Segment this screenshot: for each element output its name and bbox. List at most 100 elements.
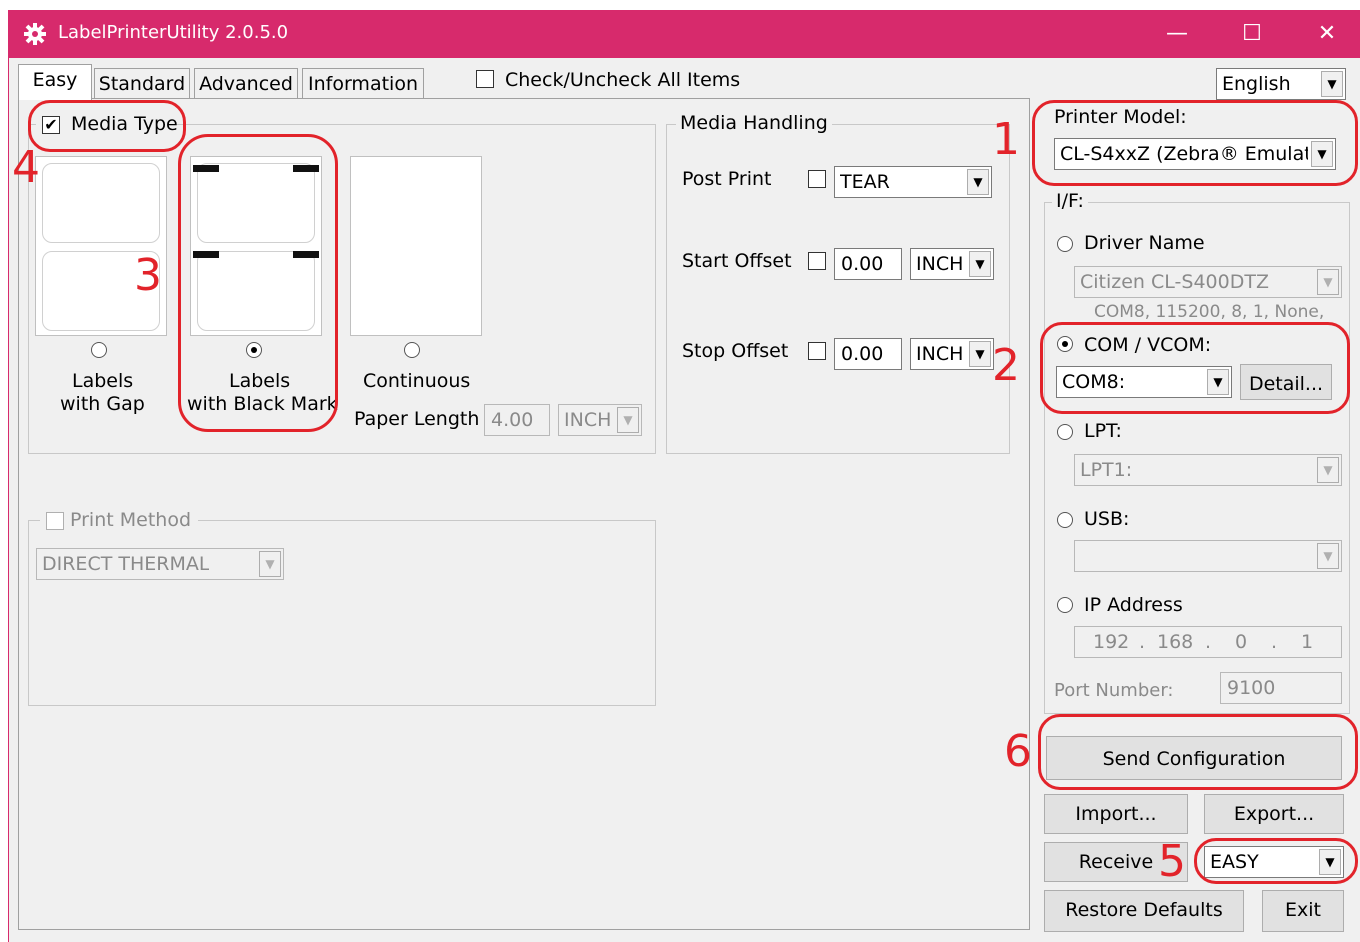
labels-with-gap-line1: Labels bbox=[72, 370, 134, 392]
lpt-value: LPT1: bbox=[1080, 461, 1133, 480]
post-print-select[interactable]: TEAR ▼ bbox=[834, 166, 992, 198]
paper-length-unit-value: INCH bbox=[564, 411, 612, 430]
post-print-checkbox[interactable] bbox=[808, 170, 826, 188]
paper-length-input[interactable]: 4.00 bbox=[484, 404, 550, 436]
chevron-down-icon: ▼ bbox=[969, 251, 991, 277]
stop-offset-checkbox[interactable] bbox=[808, 342, 826, 360]
annotation-number-5: 5 bbox=[1158, 836, 1186, 887]
ip-octet-4: 1 bbox=[1301, 631, 1314, 653]
tab-advanced[interactable]: Advanced bbox=[194, 68, 298, 98]
chevron-down-icon: ▼ bbox=[1317, 457, 1339, 483]
maximize-button[interactable]: ☐ bbox=[1221, 10, 1283, 58]
import-button[interactable]: Import... bbox=[1044, 794, 1188, 834]
port-number-value: 9100 bbox=[1227, 677, 1276, 699]
chevron-down-icon: ▼ bbox=[1317, 543, 1339, 569]
tab-easy[interactable]: Easy bbox=[18, 64, 92, 100]
tab-information[interactable]: Information bbox=[302, 68, 424, 98]
language-select[interactable]: English ▼ bbox=[1216, 68, 1346, 100]
ip-address-input[interactable]: 192 . 168 . 0 . 1 bbox=[1074, 626, 1342, 658]
annotation-outline-6 bbox=[1038, 714, 1358, 790]
exit-label: Exit bbox=[1285, 899, 1321, 921]
usb-select[interactable]: ▼ bbox=[1074, 540, 1342, 572]
driver-name-value: Citizen CL-S400DTZ bbox=[1080, 273, 1269, 292]
port-number-input[interactable]: 9100 bbox=[1220, 672, 1342, 704]
stop-offset-value: 0.00 bbox=[841, 343, 884, 365]
start-offset-input[interactable]: 0.00 bbox=[834, 248, 902, 280]
chevron-down-icon: ▼ bbox=[969, 341, 991, 367]
chevron-down-icon: ▼ bbox=[1321, 71, 1343, 97]
minimize-icon: — bbox=[1166, 21, 1188, 46]
import-label: Import... bbox=[1075, 803, 1157, 825]
export-label: Export... bbox=[1233, 803, 1315, 825]
ip-dot: . bbox=[1271, 631, 1278, 653]
minimize-button[interactable]: — bbox=[1146, 10, 1208, 58]
ip-octet-2: 168 bbox=[1157, 631, 1194, 653]
continuous-radio[interactable] bbox=[404, 342, 420, 358]
annotation-number-2: 2 bbox=[992, 340, 1020, 391]
continuous-image[interactable] bbox=[350, 156, 482, 336]
label-shape bbox=[42, 163, 160, 243]
close-icon: ✕ bbox=[1317, 21, 1337, 46]
stop-offset-label: Stop Offset bbox=[682, 340, 789, 362]
restore-defaults-label: Restore Defaults bbox=[1065, 899, 1223, 921]
lpt-select[interactable]: LPT1: ▼ bbox=[1074, 454, 1342, 486]
annotation-number-1: 1 bbox=[992, 114, 1020, 165]
interface-legend: I/F: bbox=[1052, 192, 1088, 211]
ip-address-label: IP Address bbox=[1084, 594, 1183, 616]
paper-length-label: Paper Length bbox=[354, 408, 480, 430]
start-offset-unit-select[interactable]: INCH ▼ bbox=[910, 248, 994, 280]
port-number-label: Port Number: bbox=[1054, 680, 1174, 701]
annotation-outline-5 bbox=[1194, 838, 1358, 884]
close-button[interactable]: ✕ bbox=[1296, 10, 1358, 58]
post-print-label: Post Print bbox=[682, 168, 772, 190]
annotation-number-6: 6 bbox=[1004, 726, 1032, 777]
language-value: English bbox=[1222, 75, 1291, 94]
annotation-outline-3 bbox=[178, 134, 338, 432]
ip-dot: . bbox=[1205, 631, 1212, 653]
usb-radio[interactable] bbox=[1057, 512, 1073, 528]
continuous-label: Continuous bbox=[363, 370, 471, 392]
gear-app-icon bbox=[24, 23, 46, 45]
labels-with-gap-radio[interactable] bbox=[91, 342, 107, 358]
stop-offset-unit-value: INCH bbox=[916, 345, 964, 364]
chevron-down-icon: ▼ bbox=[1317, 269, 1339, 295]
start-offset-checkbox[interactable] bbox=[808, 252, 826, 270]
ip-dot: . bbox=[1139, 631, 1146, 653]
annotation-outline-1 bbox=[1032, 100, 1358, 186]
chevron-down-icon: ▼ bbox=[617, 407, 639, 433]
annotation-outline-4 bbox=[28, 100, 186, 152]
ip-octet-1: 192 bbox=[1093, 631, 1130, 653]
annotation-number-3: 3 bbox=[134, 250, 162, 301]
start-offset-unit-value: INCH bbox=[916, 255, 964, 274]
driver-name-radio[interactable] bbox=[1057, 236, 1073, 252]
labels-with-gap-line2: with Gap bbox=[60, 393, 145, 415]
driver-name-select[interactable]: Citizen CL-S400DTZ ▼ bbox=[1074, 266, 1342, 298]
print-method-checkbox[interactable] bbox=[46, 512, 64, 530]
lpt-label: LPT: bbox=[1084, 420, 1122, 442]
print-method-value: DIRECT THERMAL bbox=[42, 555, 210, 574]
annotation-number-4: 4 bbox=[12, 142, 40, 193]
print-method-select[interactable]: DIRECT THERMAL ▼ bbox=[36, 548, 284, 580]
annotation-outline-2 bbox=[1040, 322, 1350, 414]
export-button[interactable]: Export... bbox=[1204, 794, 1344, 834]
start-offset-label: Start Offset bbox=[682, 250, 792, 272]
chevron-down-icon: ▼ bbox=[259, 551, 281, 577]
check-all-label: Check/Uncheck All Items bbox=[505, 69, 741, 91]
paper-length-value: 4.00 bbox=[491, 409, 534, 431]
ip-address-radio[interactable] bbox=[1057, 597, 1073, 613]
title-bar: LabelPrinterUtility 2.0.5.0 — ☐ ✕ bbox=[8, 10, 1360, 58]
stop-offset-input[interactable]: 0.00 bbox=[834, 338, 902, 370]
ip-octet-3: 0 bbox=[1235, 631, 1248, 653]
media-handling-legend: Media Handling bbox=[676, 114, 832, 133]
labels-with-gap-image[interactable] bbox=[35, 156, 167, 336]
driver-name-label: Driver Name bbox=[1084, 232, 1205, 254]
usb-label: USB: bbox=[1084, 508, 1130, 530]
exit-button[interactable]: Exit bbox=[1262, 890, 1344, 932]
post-print-value: TEAR bbox=[840, 173, 890, 192]
tab-standard[interactable]: Standard bbox=[94, 68, 190, 98]
stop-offset-unit-select[interactable]: INCH ▼ bbox=[910, 338, 994, 370]
restore-defaults-button[interactable]: Restore Defaults bbox=[1044, 890, 1244, 932]
paper-length-unit-select[interactable]: INCH ▼ bbox=[558, 404, 642, 436]
lpt-radio[interactable] bbox=[1057, 424, 1073, 440]
check-all-checkbox[interactable] bbox=[476, 70, 494, 88]
